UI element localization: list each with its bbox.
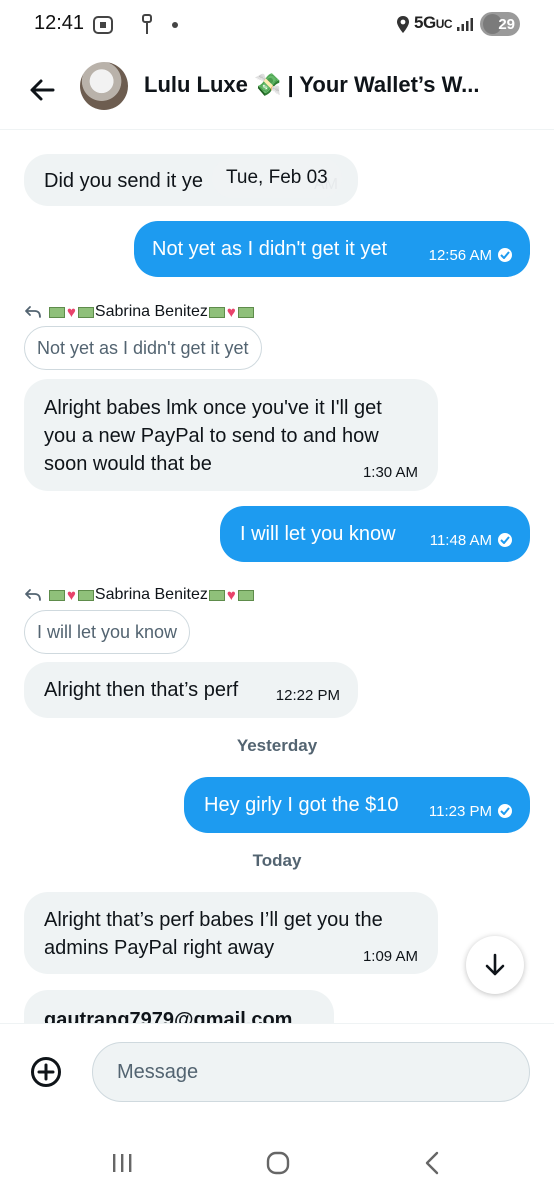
recents-icon: [113, 1154, 132, 1172]
message-outgoing[interactable]: I will let you know 11:48 AM: [220, 506, 530, 562]
battery-indicator: 29: [480, 12, 520, 36]
money-emoji-icon: [77, 589, 94, 601]
reply-arrow-icon: [25, 306, 41, 318]
message-incoming[interactable]: Alright babes lmk once you've it I'll ge…: [24, 379, 438, 491]
money-emoji-icon: [208, 589, 225, 601]
money-emoji-icon: [77, 306, 94, 318]
message-outgoing[interactable]: Hey girly I got the $10 11:23 PM: [184, 777, 530, 833]
message-time: 12:56 AM: [428, 247, 492, 264]
message-time: 1:30 AM: [362, 464, 418, 481]
heart-emoji-icon: ♥: [226, 586, 236, 604]
usb-icon: [142, 14, 152, 34]
check-circle-icon: [498, 248, 512, 262]
network-indicator: 5GUC: [414, 13, 453, 33]
date-separator: Today: [252, 851, 302, 870]
message-meta: 12:56 AM: [429, 239, 512, 271]
status-time: 12:41: [34, 12, 85, 34]
message-text: Hey girly I got the $10: [204, 794, 399, 816]
home-button[interactable]: [258, 1148, 298, 1178]
message-outgoing[interactable]: Not yet as I didn't get it yet 12:56 AM: [134, 221, 530, 277]
add-attachment-button[interactable]: [24, 1050, 68, 1094]
compose-bar: Message: [0, 1023, 554, 1123]
battery-level: 29: [498, 15, 515, 33]
reply-header: ♥ Sabrina Benitez ♥: [24, 583, 255, 607]
check-circle-icon: [498, 804, 512, 818]
money-emoji-icon: [49, 306, 65, 318]
money-emoji-icon: [208, 306, 225, 318]
message-input[interactable]: Message: [92, 1042, 530, 1102]
conversation-header: Lulu Luxe 💸 | Your Wallet’s W...: [0, 52, 554, 130]
message-meta: 11:23 PM: [429, 795, 512, 827]
message-incoming[interactable]: Alright that’s perf babes I’ll get you t…: [24, 892, 438, 974]
recent-apps-button[interactable]: [102, 1148, 142, 1178]
screenshot-icon: [93, 16, 113, 34]
home-icon: [266, 1151, 290, 1175]
message-time: 11:48 AM: [429, 532, 492, 549]
message-time: 1:09 AM: [362, 948, 418, 965]
message-meta: 11:48 AM: [430, 524, 512, 556]
heart-emoji-icon: ♥: [67, 586, 76, 604]
heart-emoji-icon: ♥: [67, 303, 76, 321]
reply-author: Sabrina Benitez: [94, 303, 208, 320]
date-badge: Tue, Feb 03: [212, 158, 342, 198]
network-suffix: UC: [435, 17, 453, 31]
chevron-left-icon: [425, 1151, 439, 1175]
money-emoji-icon: [49, 589, 65, 601]
check-circle-icon: [498, 533, 512, 547]
message-text: I will let you know: [240, 523, 396, 545]
message-incoming[interactable]: Alright then that’s perf 12:22 PM: [24, 662, 358, 718]
notification-dot-icon: [172, 22, 178, 28]
system-nav-bar: [0, 1126, 554, 1200]
signal-icon: [457, 18, 473, 31]
message-text: Not yet as I didn't get it yet: [152, 238, 388, 260]
quoted-message[interactable]: I will let you know: [24, 610, 191, 654]
status-bar: 12:41 5GUC 29: [0, 0, 554, 52]
network-type: 5G: [414, 13, 436, 32]
date-separator: Yesterday: [236, 736, 318, 755]
conversation-title[interactable]: Lulu Luxe 💸 | Your Wallet’s W...: [144, 72, 544, 98]
plus-circle-icon: [31, 1057, 61, 1087]
reply-header: ♥ Sabrina Benitez ♥: [24, 300, 255, 324]
message-text: Alright then that’s perf: [44, 679, 239, 701]
money-emoji-icon: [237, 306, 254, 318]
message-incoming[interactable]: gautrang7979@gmail.com: [24, 990, 334, 1023]
heart-emoji-icon: ♥: [226, 303, 236, 321]
scroll-to-bottom-button[interactable]: [466, 936, 524, 994]
message-list[interactable]: Did you send it ye AM Tue, Feb 03 Not ye…: [0, 131, 554, 1023]
message-text: gautrang7979@gmail.com: [44, 1009, 293, 1023]
arrow-left-icon: [30, 79, 55, 101]
avatar[interactable]: [80, 62, 128, 110]
money-emoji-icon: [237, 589, 254, 601]
back-button[interactable]: [24, 72, 60, 108]
message-time: 11:23 PM: [428, 803, 492, 820]
quoted-message[interactable]: Not yet as I didn't get it yet: [24, 326, 262, 370]
arrow-down-icon: [485, 953, 505, 976]
location-icon: [397, 16, 409, 33]
system-back-button[interactable]: [412, 1148, 452, 1178]
reply-author: Sabrina Benitez: [94, 586, 208, 603]
message-text: Did you send it ye: [44, 170, 203, 192]
reply-arrow-icon: [25, 589, 41, 601]
message-time: 12:22 PM: [275, 687, 340, 704]
message-text: Alright that’s perf babes I’ll get you t…: [44, 909, 383, 959]
